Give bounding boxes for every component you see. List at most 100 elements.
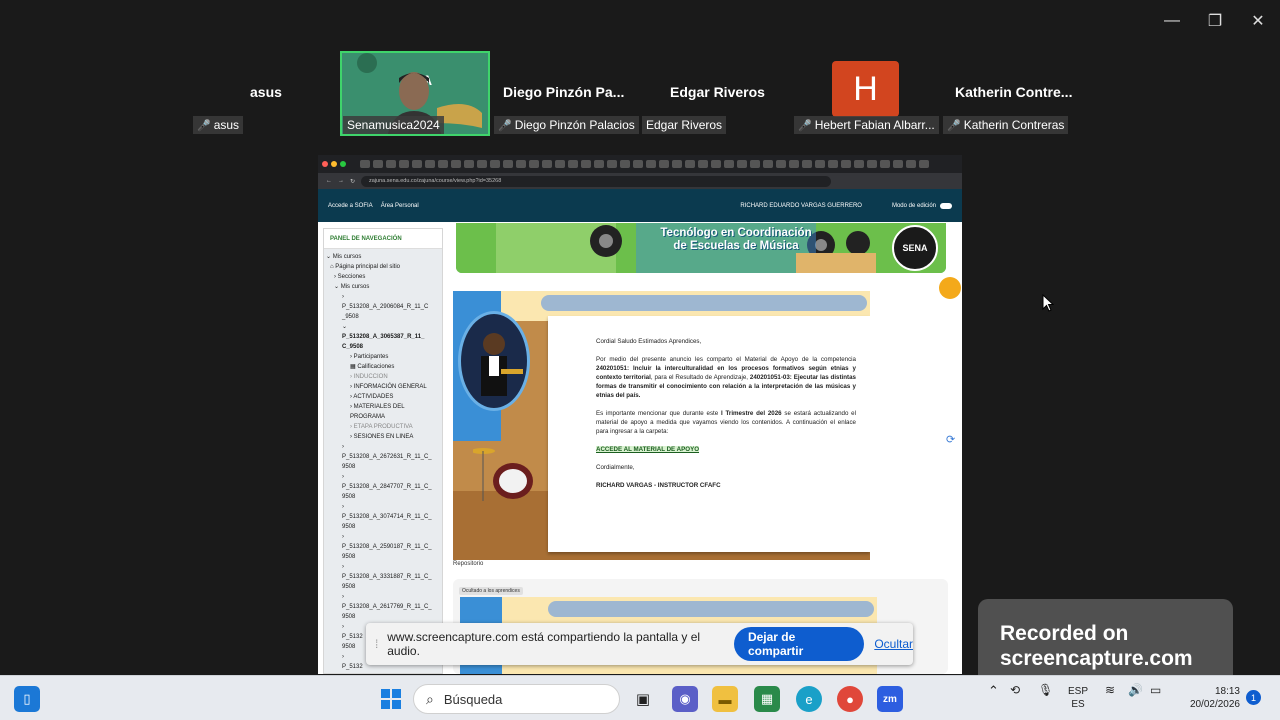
nav-item[interactable]: 9508 <box>324 552 442 562</box>
browser-tab-strip <box>318 155 962 173</box>
nav-item[interactable]: › MATERIALES DEL <box>324 402 442 412</box>
stop-sharing-button[interactable]: Dejar de compartir <box>733 627 865 661</box>
nav-item[interactable]: › ETAPA PRODUCTIVA <box>324 422 442 432</box>
browser-tab[interactable] <box>360 160 370 168</box>
nav-item[interactable]: › ACTIVIDADES <box>324 392 442 402</box>
edge-icon[interactable]: e <box>796 686 822 712</box>
zoom-icon[interactable]: zm <box>877 686 903 712</box>
nav-item[interactable]: P_513208_A_2847707_R_11_C_ <box>324 482 442 492</box>
notification-badge[interactable]: 1 <box>1246 690 1261 705</box>
material-link[interactable]: ACCEDE AL MATERIAL DE APOYO <box>596 446 700 453</box>
participant-tag-label: Edgar Riveros <box>646 118 723 132</box>
active-speaker-tile[interactable]: A Senamusica2024 <box>340 51 490 136</box>
moodle-top-nav: Accede a SOFIA Área Personal RICHARD EDU… <box>318 189 962 222</box>
nav-item[interactable]: › <box>324 292 442 302</box>
nav-link-area-personal[interactable]: Área Personal <box>381 203 419 209</box>
hide-link[interactable]: Ocultar <box>874 637 913 651</box>
chrome-icon[interactable]: ● <box>837 686 863 712</box>
nav-item[interactable]: PROGRAMA <box>324 412 442 422</box>
sync-icon[interactable]: ⟳ <box>946 433 955 446</box>
nav-item[interactable]: P_513208_A_3065387_R_11_ <box>324 332 442 342</box>
nav-item[interactable]: P_513208_A_2617769_R_11_C_ <box>324 602 442 612</box>
back-icon[interactable]: ← <box>326 178 332 184</box>
nav-item[interactable]: › SESIONES EN LINEA <box>324 432 442 442</box>
paragraph-2: Es importante mencionar que durante este… <box>596 410 856 435</box>
volume-icon[interactable]: 🔊 <box>1128 684 1143 697</box>
nav-item[interactable]: › <box>324 562 442 572</box>
nav-item[interactable]: 9508 <box>324 492 442 502</box>
nav-item[interactable]: › <box>324 442 442 452</box>
start-icon[interactable] <box>378 686 404 712</box>
repositorio-label[interactable]: Repositorio <box>453 561 483 567</box>
mic-muted-icon: 🎤 <box>197 119 211 132</box>
participant-tag-label: Senamusica2024 <box>347 118 440 132</box>
participant-tag-diego: 🎤 Diego Pinzón Palacios <box>494 116 639 134</box>
language-indicator[interactable]: ESP ES <box>1068 685 1088 711</box>
nav-item[interactable]: 9508 <box>324 462 442 472</box>
nav-item[interactable]: C_9508 <box>324 342 442 352</box>
forward-icon[interactable]: → <box>338 178 344 184</box>
taskbar-search[interactable]: ⌕ Búsqueda <box>413 684 620 714</box>
nav-list: ⌄ Mis cursos ⌂ Página principal del sitio… <box>324 249 442 672</box>
nav-item[interactable]: › <box>324 592 442 602</box>
navigation-panel: PANEL DE NAVEGACIÓN ⌄ Mis cursos ⌂ Página… <box>323 228 443 674</box>
nav-item[interactable]: ▦ Calificaciones <box>324 362 442 372</box>
restore-button[interactable]: ❐ <box>1204 10 1226 32</box>
sync-status-icon[interactable]: ⟲ <box>1010 684 1020 697</box>
nav-item[interactable]: P_513208_A_2672631_R_11_C_ <box>324 452 442 462</box>
participant-tag-senamusica: Senamusica2024 <box>343 116 444 134</box>
nav-item[interactable]: › Secciones <box>324 272 442 282</box>
minimize-button[interactable]: — <box>1161 10 1183 32</box>
nav-item[interactable]: › <box>324 472 442 482</box>
edit-mode-toggle[interactable] <box>940 202 952 209</box>
course-banner: Tecnólogo en Coordinación de Escuelas de… <box>456 223 946 273</box>
nav-item[interactable]: P_513208_A_3331887_R_11_C_ <box>324 572 442 582</box>
file-explorer-icon[interactable]: ▬ <box>712 686 738 712</box>
nav-item[interactable]: ⌄ Mis cursos <box>324 252 442 262</box>
participant-name-diego: Diego Pinzón Pa... <box>503 84 625 100</box>
teams-icon[interactable]: ◉ <box>672 686 698 712</box>
snap-layout-icon[interactable]: ▯ <box>14 686 40 712</box>
participant-name-edgar: Edgar Riveros <box>670 84 765 100</box>
share-notice-text: www.screencapture.com está compartiendo … <box>387 630 701 658</box>
drag-handle-icon[interactable]: ⁞ <box>366 637 387 651</box>
announcement-text: Cordial Saludo Estimados Aprendices, Por… <box>596 337 856 499</box>
close-button[interactable]: ✕ <box>1247 10 1269 32</box>
nav-item[interactable]: 9508 <box>324 582 442 592</box>
nav-item[interactable]: ⌄ Mis cursos <box>324 282 442 292</box>
nav-item[interactable]: 9508 <box>324 522 442 532</box>
floating-action-button[interactable] <box>939 277 961 299</box>
wifi-icon[interactable]: ≋ <box>1105 684 1115 697</box>
nav-item[interactable]: P_513208_A_2590187_R_11_C_ <box>324 542 442 552</box>
edit-mode-label: Modo de edición <box>891 202 936 209</box>
nav-item[interactable]: ⌄ <box>324 322 442 332</box>
nav-item[interactable]: › INDUCCION <box>324 372 442 382</box>
shared-screen: ← → ↻ zajuna.sena.edu.co/zajuna/course/v… <box>318 155 962 674</box>
screen: — ❐ ✕ asus 🎤 asus A Senamusica2024 Diego… <box>0 0 1280 720</box>
store-icon[interactable]: ▦ <box>754 686 780 712</box>
nav-item[interactable]: P_513208_A_3074714_R_11_C_ <box>324 512 442 522</box>
battery-icon[interactable]: ▭ <box>1150 684 1161 697</box>
nav-item[interactable]: › INFORMACIÓN GENERAL <box>324 382 442 392</box>
participant-name-asus: asus <box>250 84 282 100</box>
microphone-icon[interactable]: 🎙 <box>1038 684 1053 697</box>
nav-item[interactable]: P_513208_A_2906084_R_11_C <box>324 302 442 312</box>
nav-item[interactable]: 9508 <box>324 612 442 622</box>
closing: Cordialmente, <box>596 464 635 471</box>
nav-item[interactable]: › <box>324 532 442 542</box>
nav-item[interactable]: › Participantes <box>324 352 442 362</box>
user-name[interactable]: RICHARD EDUARDO VARGAS GUERRERO <box>740 203 862 209</box>
reload-icon[interactable]: ↻ <box>350 178 355 185</box>
avatar-h[interactable]: H <box>832 61 899 117</box>
tray-chevron-icon[interactable]: ⌃ <box>988 684 999 697</box>
nav-item[interactable]: › <box>324 502 442 512</box>
nav-panel-heading: PANEL DE NAVEGACIÓN <box>324 229 442 249</box>
clock[interactable]: 18:13 20/02/2026 <box>1180 685 1240 711</box>
nav-item[interactable]: _9508 <box>324 312 442 322</box>
nav-item[interactable]: ⌂ Página principal del sitio <box>324 262 442 272</box>
trumpet-player-illustration <box>458 311 530 411</box>
url-field[interactable]: zajuna.sena.edu.co/zajuna/course/view.ph… <box>361 175 832 187</box>
task-view-icon[interactable]: ▣ <box>630 686 656 712</box>
nav-link-sofia[interactable]: Accede a SOFIA <box>328 203 373 209</box>
windows-taskbar: ▯ ⌕ Búsqueda ▣ ◉ ▬ ▦ e ● zm ⌃ ⟲ 🎙 ESP ES… <box>0 675 1280 720</box>
